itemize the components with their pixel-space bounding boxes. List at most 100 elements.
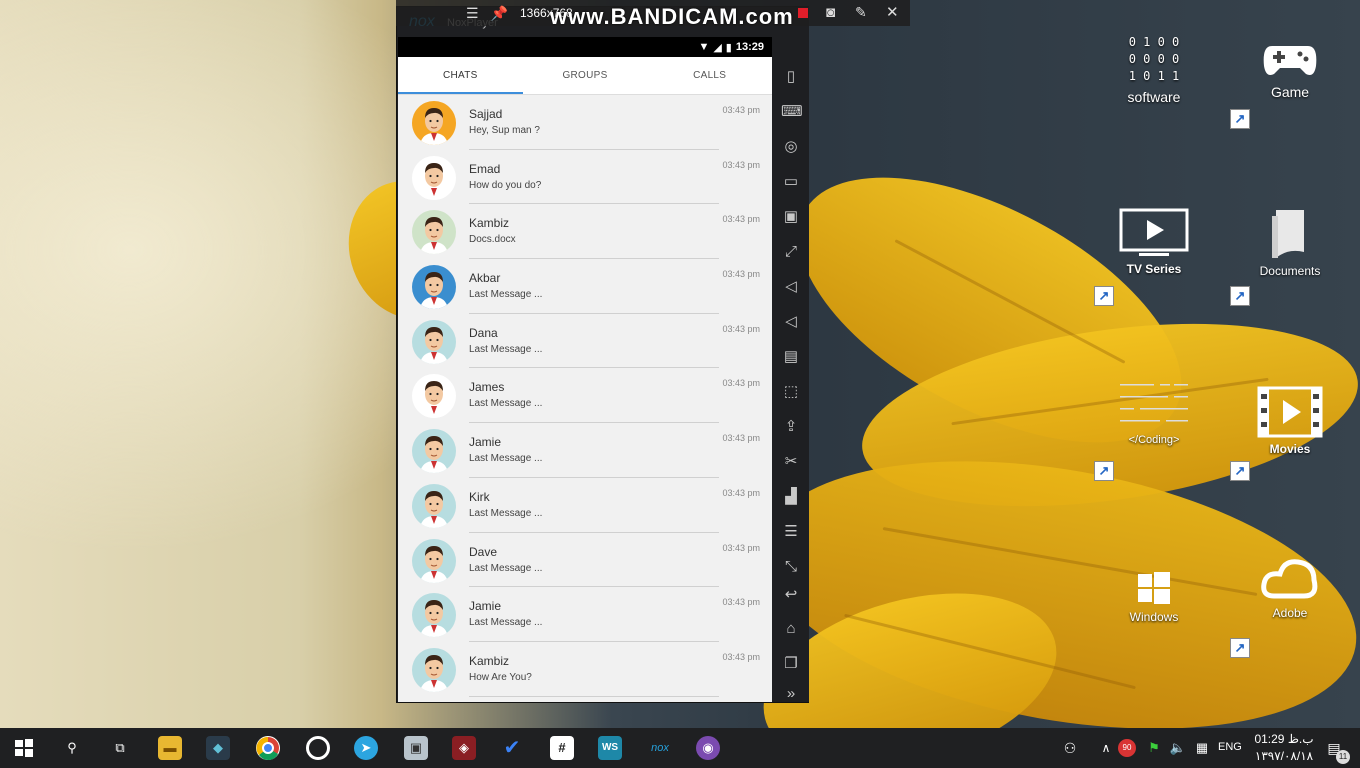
chat-name: Dana bbox=[469, 325, 498, 340]
chat-name: Akbar bbox=[469, 271, 501, 286]
avatar[interactable] bbox=[412, 155, 456, 200]
chat-timestamp: 03:43 pm bbox=[722, 214, 760, 225]
avatar[interactable] bbox=[412, 374, 456, 419]
desktop-icon-coding[interactable]: </Coding> bbox=[1109, 378, 1199, 446]
media-app-icon[interactable]: ◆ bbox=[206, 736, 230, 760]
apk-install-icon[interactable]: ▣ bbox=[781, 207, 801, 227]
cat-app-icon[interactable]: ◉ bbox=[696, 736, 720, 760]
file-explorer-icon[interactable]: ▬ bbox=[158, 736, 182, 760]
clock[interactable]: 01:29 ب.ظ ۱۳۹۷/۰۸/۱۸ bbox=[1254, 731, 1314, 765]
import-file-icon[interactable]: ⇪ bbox=[781, 417, 801, 437]
back-icon[interactable]: ↩ bbox=[781, 585, 801, 605]
software-bits-icon: 0 1 0 0 0 0 0 0 1 0 1 1 bbox=[1128, 35, 1180, 83]
volume-icon[interactable]: 🔈 bbox=[1166, 736, 1190, 760]
network-icon[interactable]: ▦ bbox=[1190, 736, 1214, 760]
desktop-icon-windows[interactable]: Windows bbox=[1109, 570, 1199, 624]
code-lines-icon bbox=[1120, 384, 1188, 422]
close-icon[interactable]: ✕ bbox=[886, 3, 899, 21]
start-windows-icon[interactable] bbox=[12, 736, 36, 760]
avatar[interactable] bbox=[412, 647, 456, 692]
avatar[interactable] bbox=[412, 101, 456, 145]
chat-list-item[interactable]: Jamie Last Message ... 03:43 pm bbox=[398, 587, 772, 642]
volume-down-icon[interactable]: ◁ bbox=[781, 312, 801, 332]
desktop-icon-label: Windows bbox=[1129, 610, 1179, 624]
avatar[interactable] bbox=[412, 210, 456, 255]
people-icon[interactable]: ⚇ bbox=[1058, 736, 1082, 760]
taskbar: ⚲ ⧉ ▬ ◆ ➤ ▣ ◈ ✔ # WS nox ◉ ⚇ ∧ 90 ⚑ 🔈 ▦ … bbox=[0, 728, 1360, 768]
chat-list-item[interactable]: Kambiz How Are You? 03:43 pm bbox=[398, 642, 772, 697]
antivirus-badge[interactable]: 90 bbox=[1118, 739, 1136, 757]
chat-name: Dave bbox=[469, 544, 498, 559]
avatar[interactable] bbox=[412, 319, 456, 364]
desktop-icon-game[interactable]: Game bbox=[1245, 40, 1335, 100]
chrome-icon[interactable] bbox=[256, 736, 280, 760]
red-app-icon[interactable]: ◈ bbox=[452, 736, 476, 760]
desktop-icon-documents[interactable]: Documents bbox=[1245, 208, 1335, 278]
shortcut-arrow-icon: ↗ bbox=[1230, 109, 1250, 129]
emulator-window: nox NoxPlayer ▼ ◢ ▮ 13:29 CHATS GROUPS C… bbox=[396, 6, 809, 703]
chat-list-item[interactable]: Kirk Last Message ... 03:43 pm bbox=[398, 478, 772, 533]
chat-last-message: How do you do? bbox=[469, 179, 542, 191]
pencil-icon[interactable]: ✎ bbox=[855, 4, 867, 21]
recent-apps-icon[interactable]: ❐ bbox=[781, 654, 801, 674]
chat-list-item[interactable]: Dave Last Message ... 03:43 pm bbox=[398, 533, 772, 588]
camera-icon[interactable]: ◙ bbox=[826, 4, 835, 21]
chat-last-message: Docs.docx bbox=[469, 234, 516, 246]
avatar[interactable] bbox=[412, 483, 456, 528]
desktop-icon-movies[interactable]: Movies bbox=[1245, 386, 1335, 456]
tab-calls[interactable]: CALLS bbox=[647, 57, 772, 94]
webstorm-icon[interactable]: WS bbox=[598, 736, 622, 760]
chat-last-message: Last Message ... bbox=[469, 617, 543, 629]
check-app-icon[interactable]: ✔ bbox=[500, 736, 524, 760]
tab-groups[interactable]: GROUPS bbox=[523, 57, 648, 94]
volume-up-icon[interactable]: ◁ bbox=[781, 277, 801, 297]
home-icon[interactable]: ⌂ bbox=[781, 619, 801, 639]
chat-timestamp: 03:43 pm bbox=[722, 269, 760, 280]
desktop-icon-software[interactable]: 0 1 0 0 0 0 0 0 1 0 1 1 software bbox=[1109, 34, 1199, 105]
desktop-icon-adobe[interactable]: Adobe bbox=[1245, 556, 1335, 620]
chat-list-item[interactable]: Emad How do you do? 03:43 pm bbox=[398, 150, 772, 205]
chat-name: Kambiz bbox=[469, 216, 510, 231]
shortcut-arrow-icon: ↗ bbox=[1094, 286, 1114, 306]
avatar[interactable] bbox=[412, 265, 456, 310]
language-indicator[interactable]: ENG bbox=[1218, 741, 1242, 753]
screen-icon[interactable]: ▭ bbox=[781, 172, 801, 192]
shake-icon[interactable]: ▯ bbox=[781, 67, 801, 87]
avatar[interactable] bbox=[412, 429, 456, 474]
chat-list-item[interactable]: Kambiz Docs.docx 03:43 pm bbox=[398, 204, 772, 260]
avatar[interactable] bbox=[412, 593, 456, 638]
location-icon[interactable]: ◎ bbox=[781, 137, 801, 157]
record-stop-icon[interactable] bbox=[798, 8, 808, 18]
toolbox-icon[interactable]: ▤ bbox=[781, 347, 801, 367]
expand-icon[interactable]: » bbox=[781, 684, 801, 704]
keyboard-icon[interactable]: ⌨ bbox=[781, 102, 803, 122]
nox-taskbar-icon[interactable]: nox bbox=[648, 736, 672, 760]
task-view-icon[interactable]: ⧉ bbox=[108, 736, 132, 760]
telegram-icon[interactable]: ➤ bbox=[354, 736, 378, 760]
chat-list-item[interactable]: James Last Message ... 03:43 pm bbox=[398, 368, 772, 424]
desktop-icon-label: Documents bbox=[1259, 264, 1321, 278]
slack-icon[interactable]: # bbox=[550, 736, 574, 760]
scissors-icon[interactable]: ✂ bbox=[781, 452, 801, 472]
chat-list-item[interactable]: Dana Last Message ... 03:43 pm bbox=[398, 314, 772, 369]
menu-icon[interactable]: ☰ bbox=[466, 5, 479, 22]
flag-icon[interactable]: ⚑ bbox=[1142, 736, 1166, 760]
macro-icon[interactable]: ⬚ bbox=[781, 382, 801, 402]
circle-app-icon[interactable] bbox=[306, 736, 330, 760]
tab-chats[interactable]: CHATS bbox=[398, 57, 523, 94]
chat-list-item[interactable]: Sajjad Hey, Sup man ? 03:43 pm bbox=[398, 95, 772, 150]
pin-icon[interactable]: 📌 bbox=[491, 5, 508, 22]
avatar[interactable] bbox=[412, 538, 456, 583]
menu-icon[interactable]: ☰ bbox=[781, 522, 801, 542]
chat-timestamp: 03:43 pm bbox=[722, 487, 760, 498]
chat-list-item[interactable]: Akbar Last Message ... 03:43 pm bbox=[398, 259, 772, 314]
multi-instance-icon[interactable]: ▟ bbox=[781, 487, 801, 507]
desktop-icon-tv-series[interactable]: TV Series bbox=[1109, 208, 1199, 276]
chat-list-item[interactable]: Jamie Last Message ... 03:43 pm bbox=[398, 423, 772, 478]
fullscreen-icon[interactable]: ⤢ bbox=[781, 242, 801, 262]
search-icon[interactable]: ⚲ bbox=[60, 736, 84, 760]
chevron-up-icon[interactable]: ∧ bbox=[1094, 736, 1118, 760]
monitor-app-icon[interactable]: ▣ bbox=[404, 736, 428, 760]
chat-last-message: Hey, Sup man ? bbox=[469, 125, 540, 136]
resize-icon[interactable]: ⤡ bbox=[781, 557, 801, 577]
